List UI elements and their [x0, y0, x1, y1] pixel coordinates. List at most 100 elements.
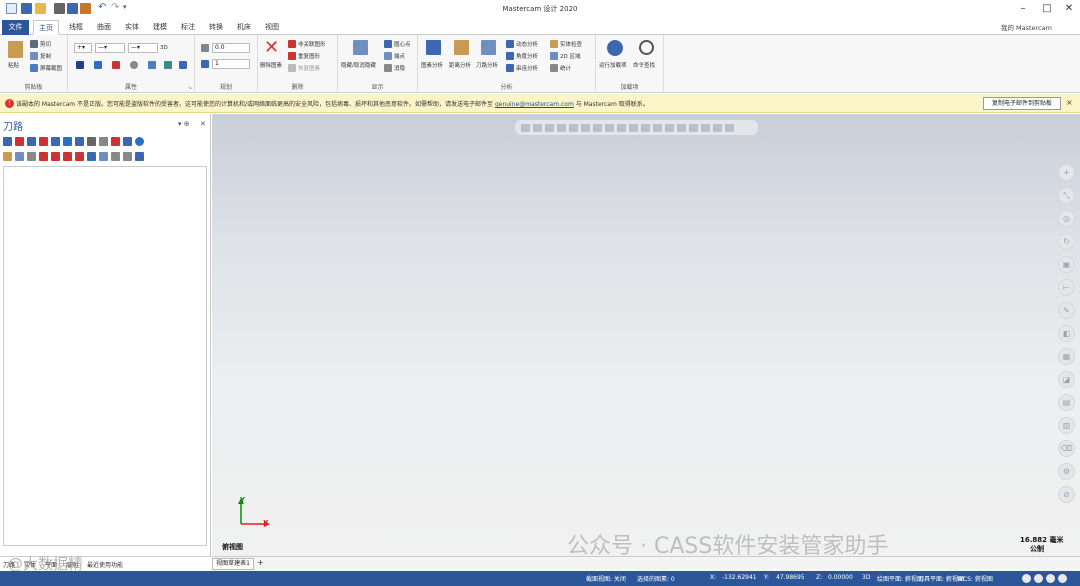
quick-select-icon-15[interactable]: [689, 123, 698, 132]
highfeed-icon[interactable]: [123, 136, 132, 146]
tab-view[interactable]: 视图: [259, 20, 285, 35]
rotate-icon[interactable]: ↻: [1058, 233, 1075, 250]
run-addin-icon[interactable]: [607, 40, 623, 56]
tab-transform[interactable]: 转换: [203, 20, 229, 35]
lock-icon[interactable]: [3, 151, 12, 161]
quick-select-icon-10[interactable]: [629, 123, 638, 132]
analysis-view-icon[interactable]: ✎: [1058, 302, 1075, 319]
delete-view-icon[interactable]: ⌫: [1058, 440, 1075, 457]
level-field[interactable]: 1: [212, 59, 250, 69]
minimize-button[interactable]: –: [1016, 2, 1030, 15]
only-display-selected-icon[interactable]: [87, 151, 96, 161]
solid-color-icon[interactable]: [112, 61, 120, 69]
center-point-button[interactable]: 圆心点: [384, 40, 411, 48]
panel-options-button[interactable]: ▾ ⊕: [178, 120, 190, 128]
close-warning-button[interactable]: ×: [1066, 98, 1073, 107]
tab-surfaces[interactable]: 曲面: [91, 20, 117, 35]
graphics-viewport[interactable]: + ⤡ ◎ ↻ ▣ ⊢ ✎ ◧ ▦ ◪ ▤ ▥ ⌫ ⚙ ⊘ Y X 俯视图 16…: [212, 114, 1080, 559]
solid-check-button[interactable]: 实体检查: [550, 40, 582, 48]
angle-analysis-button[interactable]: 角度分析: [506, 52, 538, 60]
hide-unhide-button[interactable]: 隐藏/取消隐藏: [341, 61, 376, 69]
entity-attributes-icon[interactable]: [179, 61, 187, 69]
screenshot-view-icon[interactable]: ▣: [1058, 256, 1075, 273]
fit-icon[interactable]: ⤡: [1058, 187, 1075, 204]
dialog-launcher-icon[interactable]: ↘: [188, 85, 192, 91]
quick-select-icon-1[interactable]: [521, 123, 530, 132]
delete-x-icon[interactable]: ✕: [264, 37, 279, 58]
tab-file[interactable]: 文件: [2, 20, 29, 35]
statistics-button[interactable]: 统计: [550, 64, 571, 72]
panel-close-button[interactable]: ✕: [200, 120, 206, 128]
scroll-icon[interactable]: [75, 151, 84, 161]
quick-select-icon-9[interactable]: [617, 123, 626, 132]
move-down-icon[interactable]: [39, 151, 48, 161]
verify-icon[interactable]: [63, 136, 72, 146]
tab-home[interactable]: 主页: [33, 20, 59, 35]
quick-select-icon-4[interactable]: [557, 123, 566, 132]
line-style-select[interactable]: —▾: [95, 43, 125, 53]
zoom-in-icon[interactable]: +: [1058, 164, 1075, 181]
command-finder-icon[interactable]: [639, 40, 654, 55]
clear-view-icon[interactable]: ⊘: [1058, 486, 1075, 503]
toolpath-analysis-button[interactable]: 刀路分析: [476, 61, 498, 69]
clear-color-icon[interactable]: [148, 61, 156, 69]
quick-select-icon-8[interactable]: [605, 123, 614, 132]
wcs-status[interactable]: WCS: 俯视图: [957, 574, 993, 583]
quick-select-icon-6[interactable]: [581, 123, 590, 132]
quick-select-icon-12[interactable]: [653, 123, 662, 132]
dimension-view-icon[interactable]: ⊢: [1058, 279, 1075, 296]
wireframe-color-icon[interactable]: [76, 61, 84, 69]
select-all-icon[interactable]: [3, 136, 12, 146]
material-icon[interactable]: [130, 61, 138, 69]
insert-arrow-icon[interactable]: [63, 151, 72, 161]
maximize-button[interactable]: □: [1040, 2, 1054, 15]
chain-analysis-button[interactable]: 串连分析: [506, 64, 538, 72]
entity-analysis-icon[interactable]: [426, 40, 441, 55]
z-depth-field[interactable]: 0.0: [212, 43, 250, 53]
point-style-select[interactable]: +▾: [74, 43, 92, 53]
line-width-select[interactable]: —▾: [128, 43, 158, 53]
display-mode-icon[interactable]: [1022, 574, 1031, 583]
simulate-icon[interactable]: [75, 136, 84, 146]
move-up-icon[interactable]: [51, 151, 60, 161]
unassociated-geometry-button[interactable]: 非关联图形: [288, 40, 326, 48]
display-selected-icon[interactable]: [99, 151, 108, 161]
quick-select-icon-18[interactable]: [725, 123, 734, 132]
tab-solids[interactable]: 实体: [119, 20, 145, 35]
tab-machine[interactable]: 机床: [231, 20, 257, 35]
toggle-post-icon[interactable]: [27, 151, 36, 161]
quick-select-icon-3[interactable]: [545, 123, 554, 132]
entity-analysis-button[interactable]: 图素分析: [421, 61, 443, 69]
quick-select-icon-5[interactable]: [569, 123, 578, 132]
settings-view-icon[interactable]: ⚙: [1058, 463, 1075, 480]
backplot-icon[interactable]: [51, 136, 60, 146]
blank-button[interactable]: 消隐: [384, 64, 405, 72]
g1-icon[interactable]: [99, 136, 108, 146]
zoom-target-icon[interactable]: ◎: [1058, 210, 1075, 227]
dimension-mode[interactable]: 3D: [862, 574, 870, 581]
distance-analysis-button[interactable]: 距离分析: [449, 61, 471, 69]
command-finder-button[interactable]: 命令查找: [633, 61, 655, 69]
help-icon[interactable]: [135, 136, 144, 146]
shading-icon[interactable]: ◧: [1058, 325, 1075, 342]
tab-drafting[interactable]: 标注: [175, 20, 201, 35]
duplicate-geometry-button[interactable]: 非关联图形重复图形: [288, 52, 320, 60]
select-failed-icon[interactable]: [15, 136, 24, 146]
support-email-link[interactable]: genuine@mastercam.com: [495, 101, 574, 108]
filter-icon[interactable]: [123, 151, 132, 161]
close-button[interactable]: ✕: [1062, 2, 1076, 15]
distance-analysis-icon[interactable]: [454, 40, 469, 55]
toggle-display-icon[interactable]: [15, 151, 24, 161]
area-2d-button[interactable]: 2D 区域: [550, 52, 580, 60]
screenshot-button[interactable]: 屏幕截图: [30, 64, 62, 72]
quick-select-icon-2[interactable]: [533, 123, 542, 132]
color-mode-icon[interactable]: ◪: [1058, 371, 1075, 388]
lock-toolpath-icon[interactable]: [111, 136, 120, 146]
edit-icon[interactable]: [135, 151, 144, 161]
quick-select-icon-13[interactable]: [665, 123, 674, 132]
post-icon[interactable]: [87, 136, 96, 146]
regenerate-dirty-icon[interactable]: [39, 136, 48, 146]
quick-select-icon-14[interactable]: [677, 123, 686, 132]
copy-button[interactable]: 复制: [30, 52, 51, 60]
add-viewsheet-button[interactable]: +: [257, 558, 264, 567]
